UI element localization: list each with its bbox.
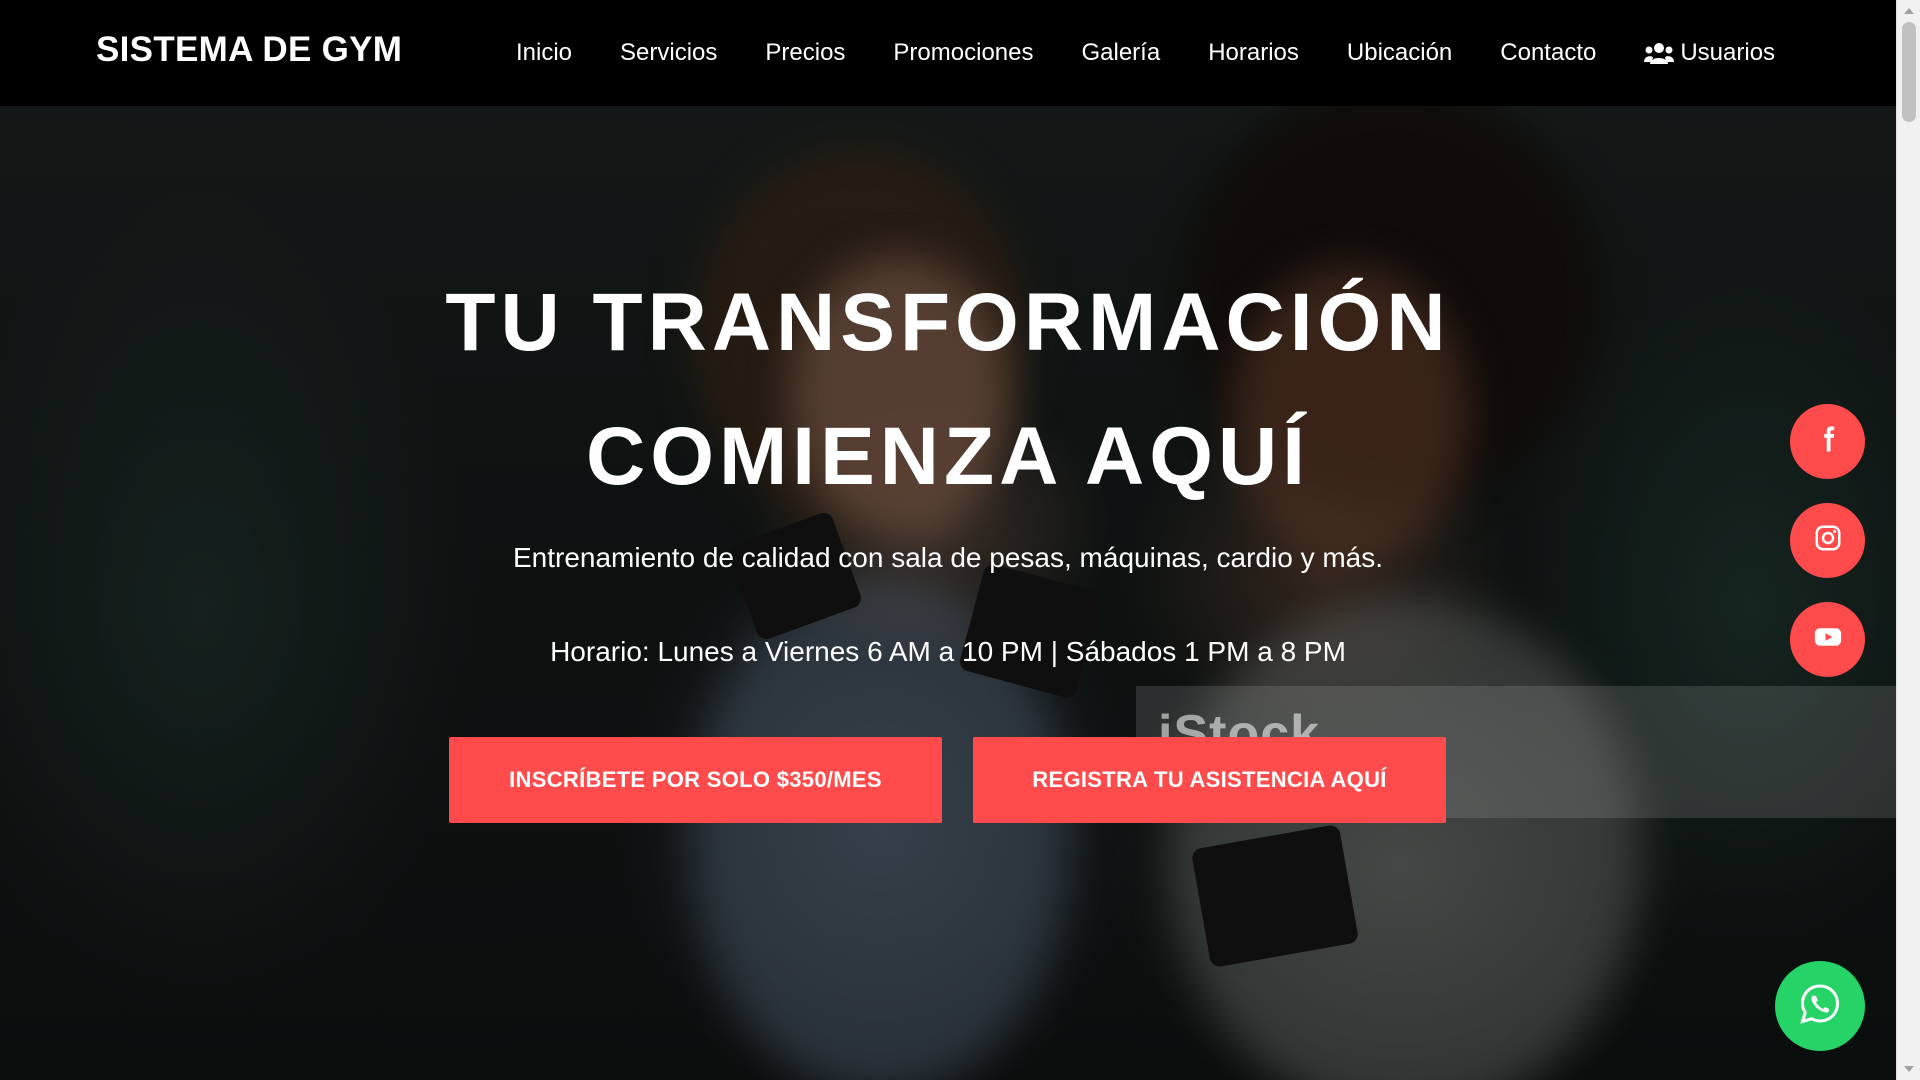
facebook-button[interactable] [1790, 404, 1865, 479]
nav-link-contacto[interactable]: Contacto [1500, 39, 1596, 67]
scrollbar-thumb[interactable] [1902, 22, 1916, 122]
hero-title: TU TRANSFORMACIÓN COMIENZA AQUÍ [0, 256, 1896, 524]
page: SISTEMA DE GYM Inicio Servicios Precios … [0, 0, 1920, 1080]
hero-overlay [0, 106, 1896, 1080]
attendance-button[interactable]: REGISTRA TU ASISTENCIA AQUÍ [973, 737, 1446, 823]
whatsapp-button[interactable] [1775, 961, 1865, 1051]
brand-logo[interactable]: SISTEMA DE GYM [96, 30, 402, 70]
youtube-icon [1813, 622, 1843, 657]
nav-link-usuarios[interactable]: Usuarios [1644, 39, 1775, 67]
hero-title-line-1: TU TRANSFORMACIÓN [445, 277, 1451, 368]
vertical-scrollbar[interactable] [1896, 0, 1920, 1080]
instagram-button[interactable] [1790, 503, 1865, 578]
facebook-icon [1813, 424, 1843, 459]
nav-link-usuarios-label: Usuarios [1680, 39, 1776, 66]
nav-links: Inicio Servicios Precios Promociones Gal… [516, 0, 1775, 106]
nav-link-promociones[interactable]: Promociones [893, 39, 1033, 67]
nav-link-servicios[interactable]: Servicios [620, 39, 717, 67]
hero-section: iStock TU TRANSFORMACIÓN COMIENZA AQUÍ E… [0, 106, 1896, 1080]
hero-subtitle: Entrenamiento de calidad con sala de pes… [512, 542, 1384, 573]
instagram-icon [1813, 523, 1843, 558]
signup-button[interactable]: INSCRÍBETE POR SOLO $350/MES [449, 737, 942, 823]
youtube-button[interactable] [1790, 602, 1865, 677]
scroll-down-arrow-icon[interactable] [1904, 1066, 1914, 1072]
scroll-up-arrow-icon[interactable] [1904, 8, 1914, 14]
whatsapp-icon [1796, 980, 1844, 1033]
hero-schedule: Horario: Lunes a Viernes 6 AM a 10 PM | … [550, 636, 1346, 667]
nav-link-precios[interactable]: Precios [765, 39, 845, 67]
nav-link-ubicacion[interactable]: Ubicación [1347, 39, 1452, 67]
navbar: SISTEMA DE GYM Inicio Servicios Precios … [0, 0, 1896, 106]
users-icon [1644, 42, 1675, 64]
hero-title-line-2: COMIENZA AQUÍ [585, 411, 1310, 502]
nav-link-galeria[interactable]: Galería [1081, 39, 1160, 67]
nav-link-inicio[interactable]: Inicio [516, 39, 572, 67]
nav-link-horarios[interactable]: Horarios [1208, 39, 1299, 67]
